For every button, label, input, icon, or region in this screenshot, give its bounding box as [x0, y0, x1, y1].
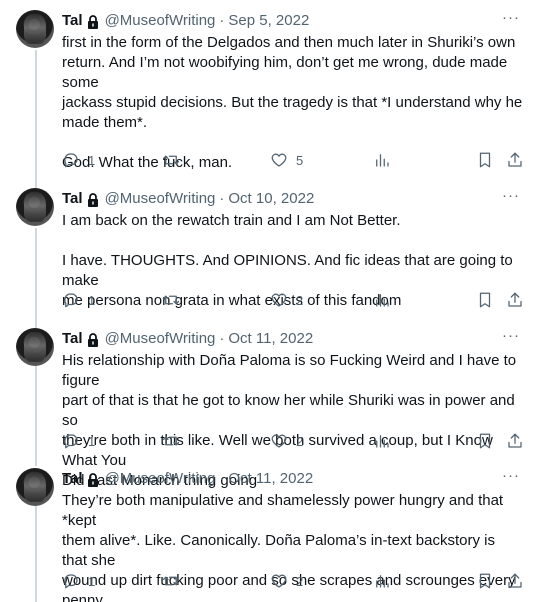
- share-icon: [508, 573, 522, 588]
- avatar[interactable]: [16, 10, 54, 48]
- tweet[interactable]: Tal @MuseofWriting · Oct 11, 2022 ··· Th…: [0, 458, 540, 602]
- user-handle[interactable]: @MuseofWriting: [105, 190, 216, 208]
- reply-count: 1: [88, 433, 96, 449]
- reply-icon: [64, 434, 78, 449]
- display-name[interactable]: Tal: [62, 470, 83, 488]
- tweet-actions: 1 2: [62, 290, 524, 310]
- heart-icon: [271, 574, 287, 588]
- lock-icon: [87, 333, 98, 347]
- share-icon: [508, 152, 522, 167]
- heart-icon: [271, 153, 287, 167]
- retweet-icon: [162, 436, 180, 446]
- retweet-button[interactable]: [162, 290, 188, 310]
- views-button[interactable]: [373, 571, 391, 591]
- reply-icon: [64, 153, 78, 168]
- views-button[interactable]: [373, 150, 391, 170]
- retweet-icon: [162, 576, 180, 586]
- like-button[interactable]: 2: [270, 290, 303, 310]
- reply-count: 1: [88, 152, 96, 168]
- separator-dot: ·: [219, 330, 225, 347]
- tweet-date[interactable]: Sep 5, 2022: [228, 12, 309, 30]
- retweet-button[interactable]: [162, 571, 188, 591]
- tweet-date[interactable]: Oct 10, 2022: [228, 190, 314, 208]
- like-button[interactable]: 2: [270, 431, 303, 451]
- retweet-icon: [162, 295, 180, 305]
- like-count: 2: [296, 292, 304, 308]
- user-handle[interactable]: @MuseofWriting: [105, 12, 216, 30]
- bookmark-icon: [479, 292, 491, 308]
- heart-icon: [271, 434, 287, 448]
- views-button[interactable]: [373, 431, 391, 451]
- tweet-date[interactable]: Oct 11, 2022: [228, 470, 313, 488]
- retweet-icon: [162, 155, 180, 165]
- tweet-thread: Tal @MuseofWriting · Sep 5, 2022 ··· fir…: [0, 0, 540, 602]
- more-icon[interactable]: ···: [502, 468, 520, 483]
- separator-dot: ·: [219, 12, 225, 29]
- retweet-button[interactable]: [162, 150, 188, 170]
- retweet-button[interactable]: [162, 431, 188, 451]
- reply-count: 1: [88, 292, 96, 308]
- more-icon[interactable]: ···: [502, 10, 520, 25]
- bookmark-icon: [479, 152, 491, 168]
- tweet-actions: 1 2: [62, 431, 524, 451]
- share-button[interactable]: [506, 431, 524, 451]
- avatar[interactable]: [16, 188, 54, 226]
- bookmark-icon: [479, 573, 491, 589]
- views-icon: [376, 294, 389, 307]
- tweet[interactable]: Tal @MuseofWriting · Oct 10, 2022 ··· I …: [0, 178, 540, 318]
- reply-count: 1: [88, 573, 96, 589]
- bookmark-button[interactable]: [476, 290, 494, 310]
- views-button[interactable]: [373, 290, 391, 310]
- reply-button[interactable]: 1: [62, 150, 95, 170]
- lock-icon: [87, 473, 98, 487]
- like-button[interactable]: 5: [270, 150, 303, 170]
- lock-icon: [87, 15, 98, 29]
- like-count: 5: [296, 152, 304, 168]
- display-name[interactable]: Tal: [62, 12, 83, 30]
- display-name[interactable]: Tal: [62, 330, 83, 348]
- bookmark-button[interactable]: [476, 150, 494, 170]
- tweet-actions: 1 2: [62, 571, 524, 591]
- reply-button[interactable]: 1: [62, 290, 95, 310]
- avatar[interactable]: [16, 328, 54, 366]
- reply-icon: [64, 574, 78, 589]
- tweet-header: Tal @MuseofWriting · Oct 10, 2022: [62, 190, 524, 208]
- share-button[interactable]: [506, 290, 524, 310]
- like-count: 2: [296, 573, 304, 589]
- separator-dot: ·: [219, 190, 225, 207]
- tweet-actions: 1 5: [62, 150, 524, 170]
- reply-icon: [64, 293, 78, 308]
- separator-dot: ·: [219, 470, 225, 487]
- tweet-header: Tal @MuseofWriting · Oct 11, 2022: [62, 470, 524, 488]
- user-handle[interactable]: @MuseofWriting: [105, 330, 216, 348]
- reply-button[interactable]: 1: [62, 431, 95, 451]
- more-icon[interactable]: ···: [502, 188, 520, 203]
- heart-icon: [271, 293, 287, 307]
- views-icon: [376, 435, 389, 448]
- share-button[interactable]: [506, 571, 524, 591]
- share-button[interactable]: [506, 150, 524, 170]
- display-name[interactable]: Tal: [62, 190, 83, 208]
- tweet-date[interactable]: Oct 11, 2022: [228, 330, 313, 348]
- tweet-header: Tal @MuseofWriting · Oct 11, 2022: [62, 330, 524, 348]
- bookmark-icon: [479, 433, 491, 449]
- views-icon: [376, 154, 389, 167]
- user-handle[interactable]: @MuseofWriting: [105, 470, 216, 488]
- avatar[interactable]: [16, 468, 54, 506]
- tweet-header: Tal @MuseofWriting · Sep 5, 2022: [62, 12, 524, 30]
- views-icon: [376, 575, 389, 588]
- reply-button[interactable]: 1: [62, 571, 95, 591]
- bookmark-button[interactable]: [476, 431, 494, 451]
- like-count: 2: [296, 433, 304, 449]
- more-icon[interactable]: ···: [502, 328, 520, 343]
- lock-icon: [87, 193, 98, 207]
- tweet[interactable]: Tal @MuseofWriting · Oct 11, 2022 ··· Hi…: [0, 318, 540, 489]
- bookmark-button[interactable]: [476, 571, 494, 591]
- share-icon: [508, 292, 522, 307]
- tweet[interactable]: Tal @MuseofWriting · Sep 5, 2022 ··· fir…: [0, 0, 540, 178]
- share-icon: [508, 433, 522, 448]
- like-button[interactable]: 2: [270, 571, 303, 591]
